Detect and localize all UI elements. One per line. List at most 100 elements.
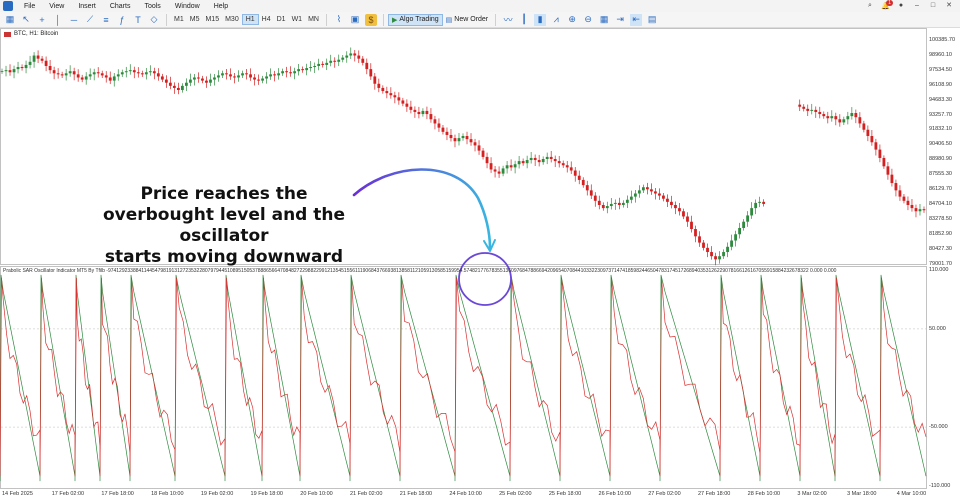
timeframe-w1[interactable]: W1 [289,14,306,25]
menu-help[interactable]: Help [207,3,235,10]
algo-trading-button[interactable]: ▶Algo Trading [388,14,443,26]
candle-body [185,83,188,86]
chart-shift-icon[interactable]: ⇤ [630,14,642,26]
candle-body [706,248,709,252]
candle-body [638,190,641,193]
candle-body [798,105,801,107]
candle-body [702,243,705,248]
scroll-chart-icon[interactable]: ⇥ [614,14,626,26]
grid-icon[interactable]: ▤ [646,14,658,26]
timeframe-h1[interactable]: H1 [242,14,259,25]
text-tool-icon[interactable]: T [132,14,144,26]
candle-body [446,132,449,135]
timeframe-m1[interactable]: M1 [171,14,187,25]
candle-body [165,80,168,83]
price-axis-label: 86129.70 [929,186,952,192]
candle-chart-icon[interactable]: ▮ [534,14,546,26]
candle-body [405,104,408,107]
candle-body [550,157,553,159]
price-axis-label: 79001.70 [929,261,952,267]
channel-icon[interactable]: ≡ [100,14,112,26]
timeframe-h4[interactable]: H4 [259,14,274,25]
timeframe-m15[interactable]: M15 [202,14,222,25]
candle-body [418,112,421,114]
candle-body [662,196,665,199]
candle-body [401,100,404,103]
line-chart-icon[interactable]: ⩘ [550,14,562,26]
search-icon[interactable]: ⌕ [865,2,875,10]
minimize-button[interactable]: – [912,2,922,10]
menu-insert[interactable]: Insert [71,3,103,10]
candle-body [381,88,384,91]
user-icon[interactable]: ● [896,2,906,10]
candle-body [201,79,204,81]
menu-charts[interactable]: Charts [103,3,138,10]
candle-body [530,158,533,160]
candle-body [237,75,240,77]
candle-body [33,56,36,62]
candle-body [101,73,104,75]
candle-body [506,165,509,168]
price-axis-label: 97534.50 [929,67,952,73]
candle-body [574,170,577,175]
timeframe-d1[interactable]: D1 [274,14,289,25]
indicators-icon[interactable]: ⌇ [333,14,345,26]
candle-body [870,136,873,142]
trendline-icon[interactable]: ⟋ [84,14,96,26]
oscillator-axis-label: 50.000 [929,326,946,332]
candle-body [858,117,861,123]
candle-body [814,110,817,112]
close-button[interactable]: ✕ [944,2,954,10]
price-axis-label: 91832.10 [929,126,952,132]
candle-body [458,138,461,141]
timeframe-m30[interactable]: M30 [222,14,242,25]
new-chart-icon[interactable]: ▦ [4,14,16,26]
timeframe-mn[interactable]: MN [305,14,322,25]
templates-icon[interactable]: ▣ [349,14,361,26]
cursor-icon[interactable]: ↖ [20,14,32,26]
candle-body [357,56,360,59]
candle-body [658,193,661,195]
zoom-in-icon[interactable]: ⊕ [566,14,578,26]
candle-body [333,61,336,62]
tile-windows-icon[interactable]: ▦ [598,14,610,26]
timeframe-m5[interactable]: M5 [187,14,203,25]
menu-tools[interactable]: Tools [137,3,167,10]
maximize-button[interactable]: □ [928,2,938,10]
menu-window[interactable]: Window [168,3,207,10]
expert-icon[interactable]: $ [365,14,377,26]
bar-chart-icon[interactable]: ┃ [518,14,530,26]
menu-file[interactable]: File [17,3,42,10]
candle-body [177,88,180,90]
candle-body [762,202,765,204]
chart-area[interactable]: BTC, H1: Bitcoin Prabolic SAR Oscillator… [0,28,960,498]
zoom-out-icon[interactable]: ⊖ [582,14,594,26]
candle-body [750,208,753,215]
notification-bell-icon[interactable]: 🔔1 [881,2,890,10]
candle-body [895,183,898,190]
candle-body [89,74,92,76]
candle-body [726,247,729,252]
candle-body [37,56,40,59]
price-axis-label: 94683.30 [929,97,952,103]
shapes-icon[interactable]: ◇ [148,14,160,26]
candle-body [313,66,316,67]
crosshair-icon[interactable]: + [36,14,48,26]
horizontal-line-icon[interactable]: ─ [68,14,80,26]
candle-body [826,116,829,118]
menu-view[interactable]: View [42,3,71,10]
signals-icon[interactable]: 〰 [502,14,514,26]
candle-body [141,73,144,74]
candle-body [117,74,120,76]
vertical-line-icon[interactable]: │ [52,14,64,26]
candle-body [546,157,549,159]
candle-body [349,53,352,55]
candle-body [113,76,116,80]
play-icon: ▶ [392,16,397,24]
candle-body [217,75,220,77]
candle-body [634,193,637,196]
candle-body [25,65,28,68]
fibonacci-icon[interactable]: ƒ [116,14,128,26]
candle-body [309,67,312,68]
new-order-button[interactable]: ▤New Order [443,15,491,25]
